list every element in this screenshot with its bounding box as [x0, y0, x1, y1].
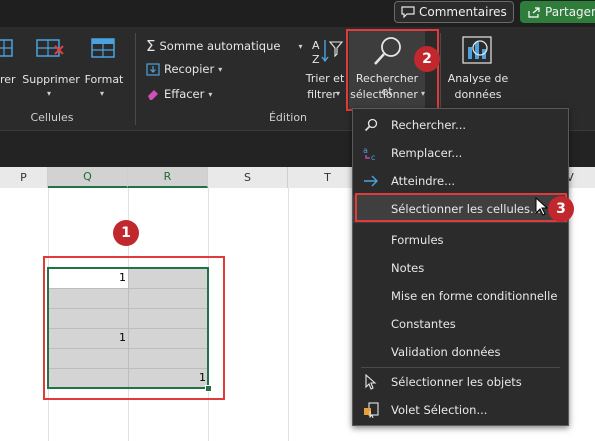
- menu-item-select-objects[interactable]: Sélectionner les objets: [353, 368, 568, 396]
- menu-item-conditional-formatting[interactable]: Mise en forme conditionnelle: [353, 282, 568, 310]
- format-cells-label[interactable]: Format: [82, 73, 126, 86]
- comments-button[interactable]: Commentaires: [394, 1, 514, 23]
- data-analysis-label-1[interactable]: Analyse de: [445, 72, 511, 85]
- chevron-down-icon[interactable]: ▾: [47, 89, 51, 98]
- menu-item-label: Constantes: [391, 317, 456, 331]
- comments-label: Commentaires: [419, 5, 507, 19]
- svg-text:c: c: [371, 153, 375, 161]
- menu-item-label: Mise en forme conditionnelle: [391, 289, 558, 303]
- insert-cells-icon[interactable]: [0, 36, 16, 64]
- gridline: [288, 188, 289, 441]
- sigma-icon: Σ: [146, 37, 156, 55]
- find-select-menu: Rechercher... ac Remplacer... Atteindre.…: [352, 108, 569, 426]
- insert-cells-label[interactable]: rer: [0, 73, 16, 86]
- annotation-badge-2: 2: [414, 46, 440, 72]
- column-header-s[interactable]: S: [208, 167, 288, 188]
- column-header-q[interactable]: Q: [48, 167, 128, 188]
- format-cells-icon[interactable]: [89, 36, 119, 64]
- annotation-badge-3: 3: [548, 196, 574, 222]
- fill-down-icon: [146, 62, 160, 76]
- menu-item-goto[interactable]: Atteindre...: [353, 167, 568, 195]
- menu-item-label: Notes: [391, 261, 425, 275]
- group-divider: [135, 33, 136, 125]
- chevron-down-icon[interactable]: ▾: [208, 90, 212, 99]
- menu-item-notes[interactable]: Notes: [353, 254, 568, 282]
- annotation-badge-1: 1: [113, 220, 139, 246]
- clear-label: Effacer: [164, 87, 205, 101]
- menu-item-constants[interactable]: Constantes: [353, 310, 568, 338]
- menu-item-label: Validation données: [391, 345, 501, 359]
- menu-item-label: Formules: [391, 233, 444, 247]
- chevron-down-icon[interactable]: ▾: [100, 89, 104, 98]
- menu-item-label: Rechercher...: [391, 118, 467, 132]
- delete-cells-icon[interactable]: [33, 36, 69, 64]
- replace-icon: ac: [353, 145, 389, 161]
- chevron-down-icon[interactable]: ▾: [298, 42, 302, 51]
- menu-item-replace[interactable]: ac Remplacer...: [353, 139, 568, 167]
- menu-item-label: Atteindre...: [391, 174, 456, 188]
- eraser-icon: [148, 89, 158, 100]
- sort-filter-label-1[interactable]: Trier et: [300, 72, 350, 85]
- share-icon: [528, 7, 540, 18]
- share-label: Partager: [545, 5, 595, 19]
- menu-item-label: Volet Sélection...: [391, 403, 488, 417]
- chevron-down-icon[interactable]: ▾: [218, 65, 222, 74]
- search-icon: [353, 118, 389, 132]
- autosum-label: Somme automatique: [159, 39, 281, 53]
- delete-cells-label[interactable]: Supprimer: [21, 73, 81, 86]
- editing-group-label: Édition: [268, 111, 308, 124]
- menu-item-formulas[interactable]: Formules: [353, 226, 568, 254]
- mouse-pointer-icon: [535, 196, 549, 217]
- svg-text:Z: Z: [312, 53, 320, 66]
- data-analysis-icon[interactable]: [460, 35, 496, 67]
- clear-button[interactable]: Effacer ▾: [146, 87, 212, 101]
- menu-item-label: Sélectionner les objets: [391, 375, 522, 389]
- comment-icon: [401, 6, 415, 18]
- chevron-down-icon[interactable]: ▾: [336, 89, 340, 98]
- sort-filter-icon[interactable]: AZ: [310, 36, 344, 68]
- cursor-icon: [353, 374, 389, 390]
- data-analysis-label-2[interactable]: données: [445, 88, 511, 101]
- menu-item-selection-pane[interactable]: Volet Sélection...: [353, 396, 568, 424]
- column-header-r[interactable]: R: [128, 167, 208, 188]
- svg-text:a: a: [363, 146, 368, 155]
- annotation-box-selection: [43, 256, 225, 400]
- fill-label: Recopier: [164, 62, 215, 76]
- selection-pane-icon: [353, 402, 389, 418]
- menu-item-find[interactable]: Rechercher...: [353, 111, 568, 139]
- column-header-p[interactable]: P: [0, 167, 48, 188]
- menu-item-data-validation[interactable]: Validation données: [353, 338, 568, 366]
- cells-group-label: Cellules: [30, 111, 74, 124]
- menu-item-label: Remplacer...: [391, 146, 463, 160]
- title-bar: Commentaires Partager: [0, 0, 595, 27]
- autosum-button[interactable]: Σ Somme automatique ▾: [146, 37, 302, 55]
- arrow-right-icon: [353, 175, 389, 187]
- share-button[interactable]: Partager: [520, 1, 595, 23]
- svg-text:A: A: [312, 39, 320, 52]
- fill-button[interactable]: Recopier ▾: [146, 62, 222, 76]
